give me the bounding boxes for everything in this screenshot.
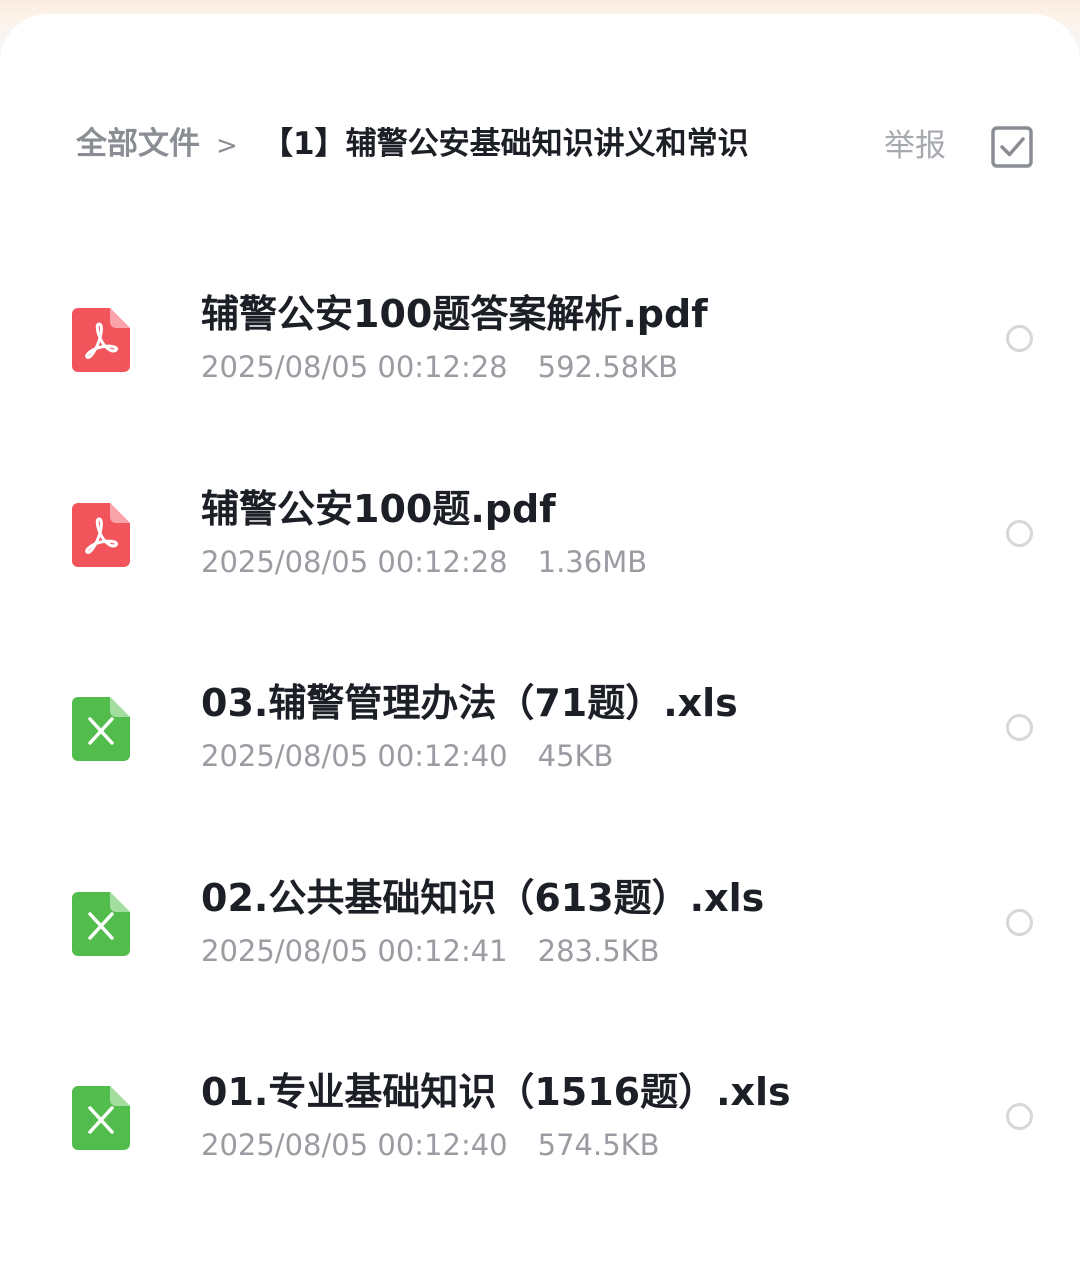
pdf-file-icon: [72, 502, 130, 567]
file-name: 02.公共基础知识（613题）.xls: [201, 875, 765, 920]
file-row[interactable]: 辅警公安100题.pdf 2025/08/05 00:12:28 1.36MB: [0, 437, 1080, 632]
select-radio[interactable]: [1006, 1103, 1033, 1130]
file-size: 1.36MB: [537, 544, 648, 579]
select-radio[interactable]: [1006, 714, 1033, 741]
file-date: 2025/08/05 00:12:40: [201, 1128, 508, 1162]
file-size: 45KB: [537, 739, 614, 773]
file-name: 辅警公安100题.pdf: [201, 486, 556, 531]
file-list: 辅警公安100题答案解析.pdf 2025/08/05 00:12:28 592.…: [0, 242, 1080, 1215]
breadcrumb-current-folder: 【1】辅警公安基础知识讲义和常识: [262, 126, 749, 162]
file-row[interactable]: 辅警公安100题答案解析.pdf 2025/08/05 00:12:28 592.…: [0, 242, 1080, 437]
breadcrumb-root[interactable]: 全部文件: [76, 124, 200, 164]
excel-file-icon: [72, 891, 130, 956]
file-meta: 2025/08/05 00:12:41 283.5KB: [201, 932, 660, 970]
pdf-file-icon: [72, 308, 130, 372]
file-meta: 2025/08/05 00:12:28 592.58KB: [201, 348, 678, 386]
file-row[interactable]: 02.公共基础知识（613题）.xls 2025/08/05 00:12:41 2…: [0, 826, 1080, 1021]
file-date: 2025/08/05 00:12:28: [201, 544, 508, 579]
select-radio[interactable]: [1006, 325, 1033, 352]
file-row[interactable]: 01.专业基础知识（1516题）.xls 2025/08/05 00:12:40…: [0, 1020, 1080, 1215]
excel-file-icon: [72, 697, 130, 761]
header-bar: 全部文件 > 【1】辅警公安基础知识讲义和常识 举报: [0, 14, 1080, 184]
file-name: 辅警公安100题答案解析.pdf: [201, 292, 708, 336]
file-size: 574.5KB: [537, 1128, 660, 1162]
file-date: 2025/08/05 00:12:40: [201, 739, 508, 773]
file-size: 283.5KB: [537, 933, 660, 968]
file-date: 2025/08/05 00:12:41: [201, 933, 508, 968]
file-browser-sheet: 全部文件 > 【1】辅警公安基础知识讲义和常识 举报 辅警公安100题答案解析.…: [0, 14, 1080, 1265]
breadcrumb-separator: >: [216, 131, 238, 161]
report-button[interactable]: 举报: [884, 126, 946, 166]
file-meta: 2025/08/05 00:12:40 45KB: [201, 737, 613, 775]
select-radio[interactable]: [1006, 519, 1033, 547]
excel-file-icon: [72, 1086, 130, 1150]
file-date: 2025/08/05 00:12:28: [201, 350, 508, 384]
checkbox-icon[interactable]: [990, 125, 1034, 169]
file-name: 03.辅警管理办法（71题）.xls: [201, 681, 738, 725]
file-meta: 2025/08/05 00:12:28 1.36MB: [201, 543, 647, 581]
file-name: 01.专业基础知识（1516题）.xls: [201, 1070, 791, 1114]
file-size: 592.58KB: [537, 350, 679, 384]
select-radio[interactable]: [1006, 908, 1033, 936]
file-row[interactable]: 03.辅警管理办法（71题）.xls 2025/08/05 00:12:40 45…: [0, 631, 1080, 826]
file-meta: 2025/08/05 00:12:40 574.5KB: [201, 1126, 660, 1164]
